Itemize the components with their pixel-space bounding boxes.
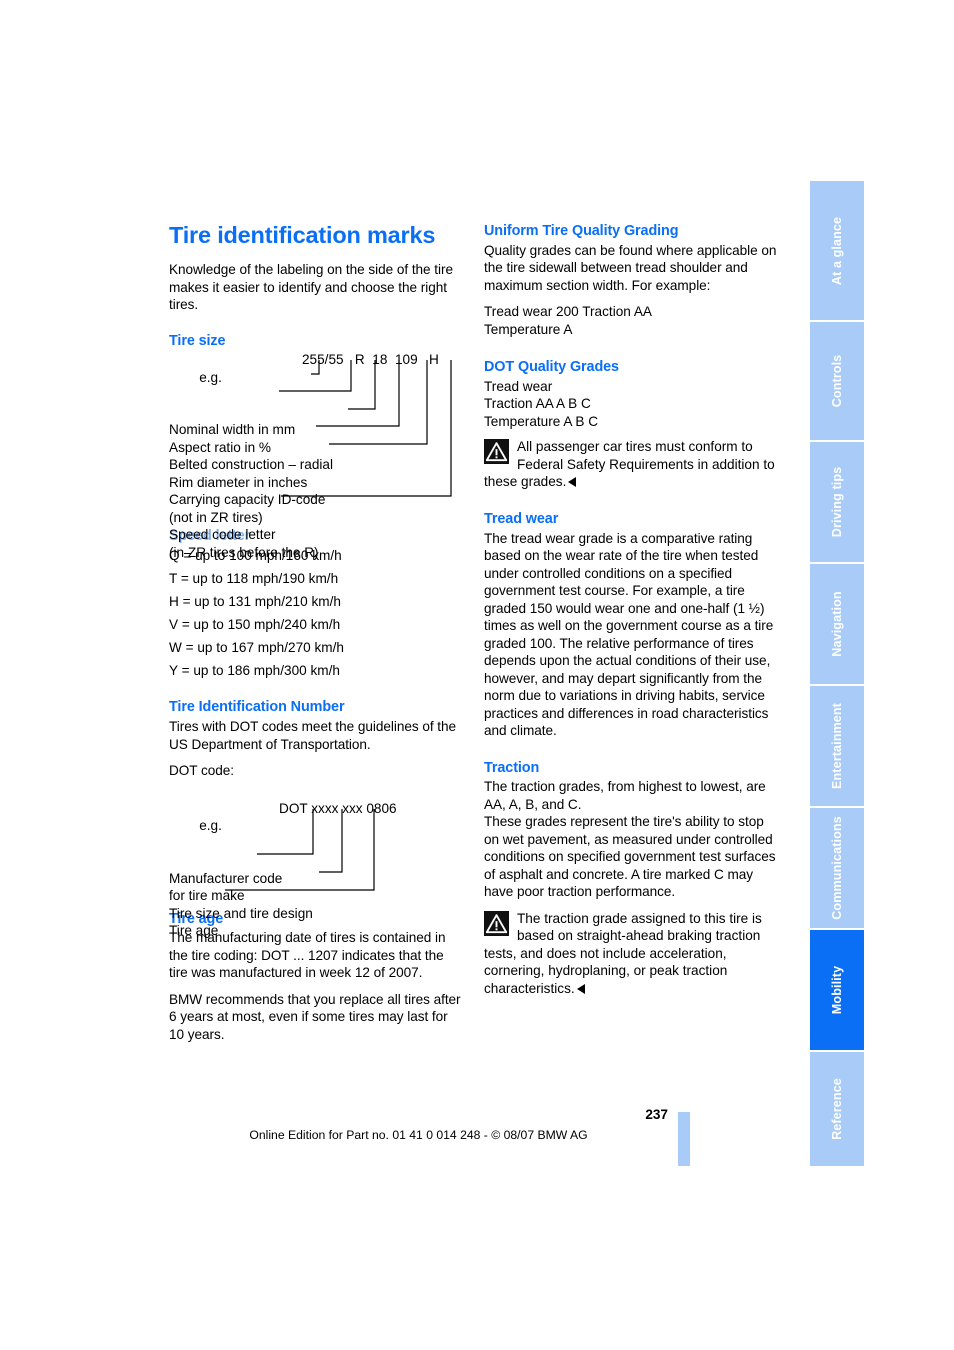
warning-triangle-icon (484, 439, 509, 465)
tire-size-diagram: e.g. 255/55 R 18 109 H Nominal width in … (169, 351, 465, 560)
tire-size-label: (in ZR tires before the R) (169, 544, 319, 560)
heading-tire-identification-number: Tire Identification Number (169, 699, 345, 716)
utqg-example: Tread wear 200 Traction AA Temperature A (484, 303, 780, 338)
dot-code-label: DOT code: (169, 763, 235, 779)
warning-note-text: All passenger car tires must conform to … (484, 439, 775, 490)
dot-code-label: for tire make (169, 888, 245, 904)
dot-code-label: Tire age (169, 923, 219, 939)
tire-size-label: Speed code letter (169, 527, 276, 543)
tire-size-example-code: 255/55 R 18 109 H (302, 352, 439, 368)
warning-note-dot-grades: All passenger car tires must conform to … (484, 438, 780, 491)
sidebar-tab-label: At a glance (830, 216, 844, 285)
speed-letter-row: W = up to 167 mph/270 km/h (169, 639, 344, 655)
sidebar-tab-label: Entertainment (830, 703, 844, 789)
sidebar-tab-label: Communications (830, 816, 844, 920)
tire-size-label: (not in ZR tires) (169, 509, 263, 525)
chapter-tab-sidebar: At a glance Controls Driving tips Naviga… (810, 181, 864, 1168)
tire-size-example-prefix: e.g. (199, 369, 222, 385)
speed-letter-row: Y = up to 186 mph/300 km/h (169, 662, 340, 678)
dot-code-example-code: DOT xxxx xxx 0806 (279, 800, 397, 816)
tire-age-paragraph-2: BMW recommends that you replace all tire… (169, 991, 461, 1042)
speed-letter-row: V = up to 150 mph/240 km/h (169, 616, 341, 632)
dot-code-label: Manufacturer code (169, 870, 283, 886)
tire-size-label: Carrying capacity ID-code (169, 492, 326, 508)
footer-text: Online Edition for Part no. 01 41 0 014 … (249, 1128, 588, 1142)
dot-quality-grades-lines: Tread wear Traction AA A B C Temperature… (484, 378, 780, 431)
sidebar-tab-mobility[interactable]: Mobility (810, 930, 864, 1052)
footer-accent-bar (678, 1112, 690, 1166)
intro-paragraph: Knowledge of the labeling on the side of… (169, 262, 453, 313)
sidebar-tab-reference[interactable]: Reference (810, 1052, 864, 1166)
heading-tread-wear: Tread wear (484, 510, 559, 527)
dot-code-diagram: e.g. DOT xxxx xxx 0806 Manufacturer code… (169, 800, 465, 939)
page-title: Tire identification marks (169, 222, 436, 248)
sidebar-tab-navigation[interactable]: Navigation (810, 564, 864, 686)
right-column: Uniform Tire Quality Grading Quality gra… (484, 222, 780, 1006)
sidebar-tab-controls[interactable]: Controls (810, 322, 864, 442)
sidebar-tab-label: Mobility (830, 965, 844, 1015)
traction-body-1: The traction grades, from highest to low… (484, 779, 766, 812)
dot-code-example-prefix: e.g. (199, 818, 222, 834)
tire-size-labels: Nominal width in mm Aspect ratio in % Be… (169, 421, 465, 561)
end-of-note-marker (576, 983, 585, 994)
tire-size-label: Nominal width in mm (169, 422, 296, 438)
sidebar-tab-label: Reference (830, 1078, 844, 1140)
tire-size-label: Aspect ratio in % (169, 439, 271, 455)
speed-letter-list: Q = up to 100 mph/160 km/h T = up to 118… (169, 547, 465, 680)
sidebar-tab-communications[interactable]: Communications (810, 808, 864, 930)
end-of-note-marker (568, 477, 577, 488)
tin-body: Tires with DOT codes meet the guidelines… (169, 719, 457, 752)
heading-uniform-tire-quality-grading: Uniform Tire Quality Grading (484, 223, 679, 239)
heading-tire-size: Tire size (169, 332, 226, 349)
utqg-example-line: Tread wear 200 Traction AA (484, 304, 652, 320)
tire-size-label: Belted construction – radial (169, 457, 333, 473)
sidebar-tab-label: Driving tips (830, 466, 844, 538)
dot-code-label: Tire size and tire design (169, 905, 313, 921)
dot-grade-line: Temperature A B C (484, 413, 599, 429)
warning-triangle-icon (484, 910, 509, 936)
heading-traction: Traction (484, 759, 540, 776)
traction-body-2: These grades represent the tire's abilit… (484, 814, 776, 900)
tread-wear-body: The tread wear grade is a comparative ra… (484, 530, 774, 739)
warning-note-traction: The traction grade assigned to this tire… (484, 910, 780, 998)
left-column: Tire identification marks Knowledge of t… (169, 222, 465, 1052)
sidebar-tab-entertainment[interactable]: Entertainment (810, 686, 864, 808)
sidebar-tab-at-a-glance[interactable]: At a glance (810, 181, 864, 322)
dot-code-example-row: e.g. DOT xxxx xxx 0806 (169, 800, 465, 870)
dot-code-labels: Manufacturer code for tire make Tire siz… (169, 870, 465, 940)
sidebar-tab-label: Navigation (830, 591, 844, 657)
utqg-body: Quality grades can be found where applic… (484, 242, 777, 293)
sidebar-tab-driving-tips[interactable]: Driving tips (810, 442, 864, 564)
tire-size-label: Rim diameter in inches (169, 474, 308, 490)
heading-dot-quality-grades: DOT Quality Grades (484, 359, 619, 376)
utqg-example-line: Temperature A (484, 321, 573, 337)
dot-grade-line: Traction AA A B C (484, 396, 591, 412)
manual-page: Tire identification marks Knowledge of t… (0, 0, 954, 1350)
speed-letter-row: H = up to 131 mph/210 km/h (169, 593, 341, 609)
sidebar-tab-label: Controls (830, 354, 844, 408)
page-number: 237 (645, 1107, 668, 1122)
dot-grade-line: Tread wear (484, 378, 553, 394)
tire-size-example-row: e.g. 255/55 R 18 109 H (169, 351, 465, 421)
speed-letter-row: T = up to 118 mph/190 km/h (169, 570, 339, 586)
warning-note-text: The traction grade assigned to this tire… (484, 910, 762, 996)
